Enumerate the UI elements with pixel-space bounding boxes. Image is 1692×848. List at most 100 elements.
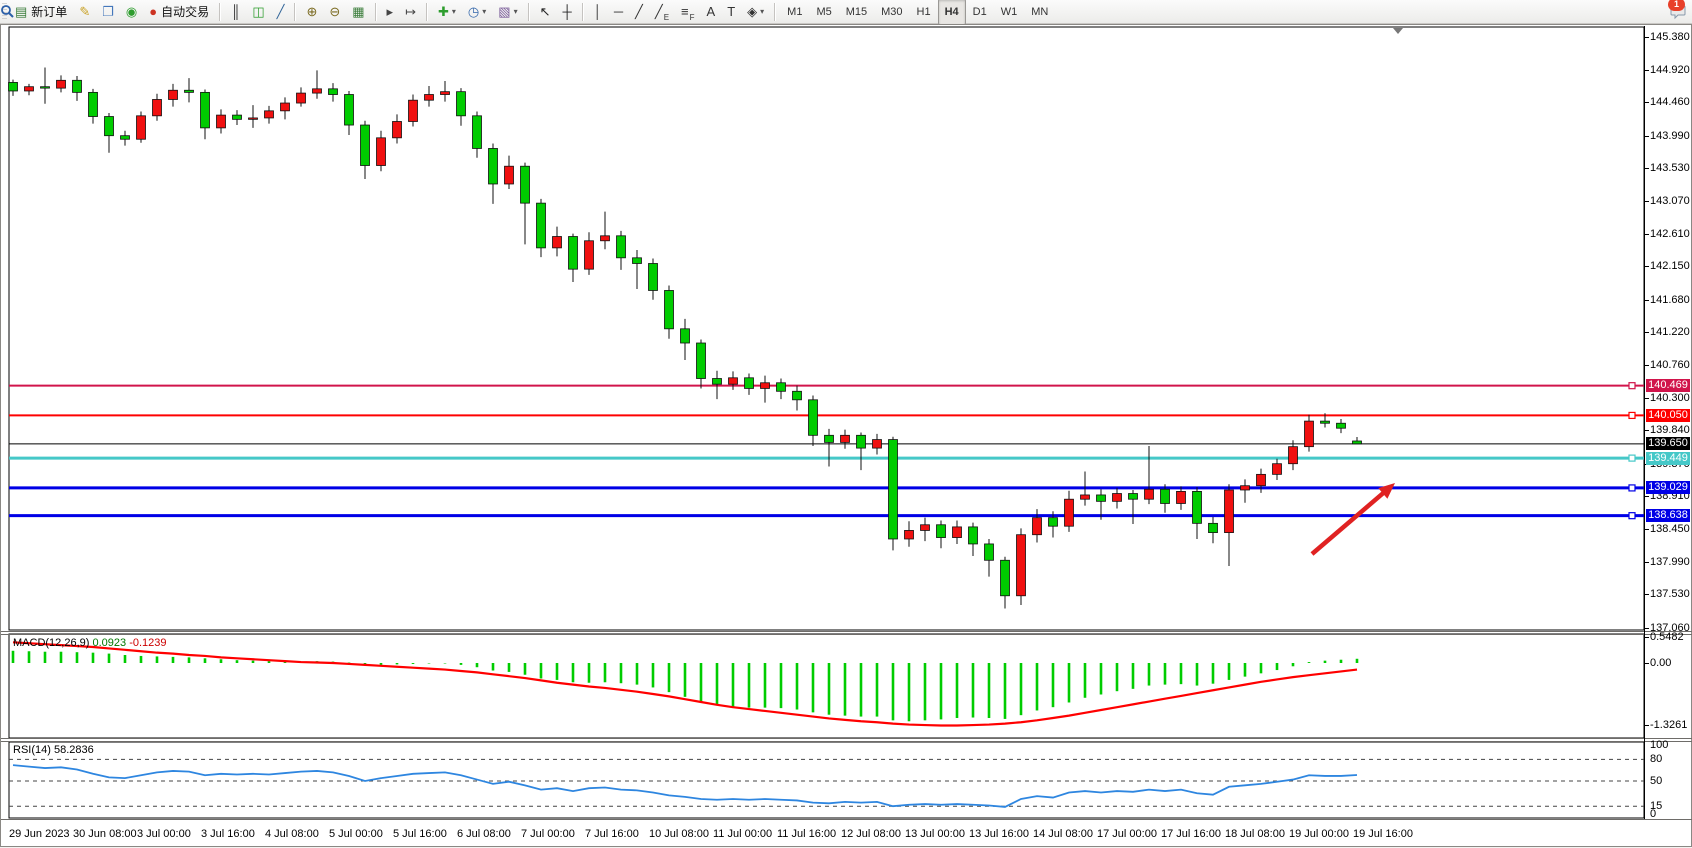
chart-shift-button[interactable]: ↦ — [400, 1, 421, 23]
candle-body — [713, 379, 722, 385]
signal-button[interactable]: ◉ — [121, 1, 142, 23]
bar-chart-button[interactable]: ║ — [226, 1, 245, 23]
arrows-button[interactable]: ◈▾ — [742, 1, 769, 23]
time-axis-label: 7 Jul 00:00 — [521, 828, 575, 840]
arrows-dropdown-icon[interactable]: ▾ — [760, 7, 764, 16]
equidistant-channel-button[interactable]: ╱E — [650, 1, 674, 23]
notification-badge: 1 — [1668, 0, 1685, 11]
panel-separator[interactable] — [1, 631, 1692, 632]
candle-body — [809, 400, 818, 436]
trendline-button[interactable]: ╱ — [630, 1, 648, 23]
toolbar-separator — [294, 3, 296, 21]
zoom-in-button[interactable]: ⊕ — [301, 1, 322, 23]
toolbar-separator — [774, 3, 776, 21]
candle-body — [985, 544, 994, 560]
price-tick-label: 144.920 — [1650, 65, 1692, 76]
chart-profile-button[interactable]: ❐ — [97, 1, 119, 23]
indicators-button[interactable]: ✚▾ — [433, 1, 461, 23]
candle-body — [153, 99, 162, 115]
line-chart-button[interactable]: ╱ — [272, 1, 290, 23]
candle-body — [969, 527, 978, 544]
panel-separator[interactable] — [1, 634, 1692, 635]
candle-body — [569, 237, 578, 270]
search-button[interactable] — [1658, 1, 1668, 23]
timeframe-m5-button[interactable]: M5 — [809, 0, 838, 25]
candle-body — [1305, 421, 1314, 447]
candle-body — [521, 166, 530, 203]
text-label-button[interactable]: T — [722, 1, 740, 23]
auto-scroll-button[interactable]: ▸ — [382, 1, 399, 23]
timeframe-d1-button[interactable]: D1 — [966, 0, 994, 25]
auto-trading-button[interactable]: ●自动交易 — [144, 1, 214, 23]
candle-body — [41, 87, 50, 88]
timeframe-w1-button[interactable]: W1 — [994, 0, 1025, 25]
hline-handle-140.050[interactable] — [1629, 412, 1635, 418]
crosshair-icon: ┼ — [562, 5, 571, 18]
panel-separator[interactable] — [1, 819, 1692, 820]
notifications-button[interactable]: 1 — [1670, 1, 1680, 23]
main-chart-canvas[interactable] — [1, 26, 1692, 633]
signal-icon: ◉ — [126, 5, 137, 18]
hline-handle-139.029[interactable] — [1629, 485, 1635, 491]
macd-axis-label: 0.5482 — [1650, 632, 1692, 643]
candle-body — [9, 82, 18, 91]
candle-body — [25, 87, 34, 91]
price-tick-label: 139.840 — [1650, 425, 1692, 436]
templates-dropdown-icon[interactable]: ▾ — [514, 7, 518, 16]
rsi-panel-canvas[interactable] — [1, 742, 1692, 820]
candle — [1017, 528, 1026, 605]
candle-body — [681, 329, 690, 343]
panel-separator[interactable] — [1, 741, 1692, 742]
tile-windows-button[interactable]: ▦ — [347, 1, 369, 23]
rsi-value: 58.2836 — [54, 744, 94, 756]
candle-body — [57, 80, 66, 88]
candlestick-chart-button[interactable]: ◫ — [247, 1, 269, 23]
candle-body — [425, 95, 434, 101]
timeframe-m15-button[interactable]: M15 — [839, 0, 874, 25]
hline-handle-140.469[interactable] — [1629, 383, 1635, 389]
hline-handle-139.449[interactable] — [1629, 455, 1635, 461]
candle-body — [889, 440, 898, 539]
time-axis-label: 3 Jul 00:00 — [137, 828, 191, 840]
highlighter-button[interactable]: ✎ — [74, 1, 95, 23]
periods-dropdown-icon[interactable]: ▾ — [482, 7, 486, 16]
fibonacci-icon: ≡ — [681, 5, 689, 18]
candle-body — [377, 138, 386, 166]
line-chart-icon: ╱ — [277, 5, 285, 18]
price-axis-border — [1644, 26, 1645, 819]
candle-body — [1209, 523, 1218, 532]
vertical-line-button[interactable]: │ — [589, 1, 607, 23]
timeframe-mn-button[interactable]: MN — [1024, 0, 1055, 25]
new-order-button[interactable]: ▤新订单 — [10, 1, 72, 23]
templates-button[interactable]: ▧▾ — [493, 1, 522, 23]
candle-body — [329, 89, 338, 95]
indicators-dropdown-icon[interactable]: ▾ — [452, 7, 456, 16]
time-axis-label: 13 Jul 16:00 — [969, 828, 1029, 840]
time-axis-label: 11 Jul 00:00 — [713, 828, 772, 840]
timeframe-m30-button[interactable]: M30 — [874, 0, 909, 25]
timeframe-h4-button[interactable]: H4 — [938, 0, 966, 25]
equidistant-channel-icon: ╱ — [655, 5, 663, 18]
candle-body — [1081, 495, 1090, 499]
current-price-badge: 139.650 — [1646, 437, 1690, 450]
crosshair-button[interactable]: ┼ — [557, 1, 576, 23]
price-tick-label: 145.380 — [1650, 32, 1692, 43]
fibonacci-button[interactable]: ≡F — [676, 1, 699, 23]
tile-windows-icon: ▦ — [352, 5, 364, 18]
horizontal-line-button[interactable]: ─ — [609, 1, 628, 23]
timeframe-h1-button[interactable]: H1 — [910, 0, 938, 25]
panel-separator[interactable] — [1, 738, 1692, 739]
candle-body — [697, 343, 706, 379]
candle-body — [937, 525, 946, 538]
periods-button[interactable]: ◷▾ — [463, 1, 491, 23]
auto-scroll-icon: ▸ — [387, 5, 394, 18]
horizontal-line-icon: ─ — [614, 5, 623, 18]
price-level-badge: 139.449 — [1646, 452, 1690, 465]
macd-panel-canvas[interactable] — [1, 634, 1692, 738]
timeframe-m1-button[interactable]: M1 — [780, 0, 809, 25]
text-button[interactable]: A — [702, 1, 721, 23]
zoom-out-button[interactable]: ⊖ — [324, 1, 345, 23]
toolbar-separator — [375, 3, 377, 21]
hline-handle-138.638[interactable] — [1629, 513, 1635, 519]
cursor-button[interactable]: ↖ — [535, 1, 556, 23]
